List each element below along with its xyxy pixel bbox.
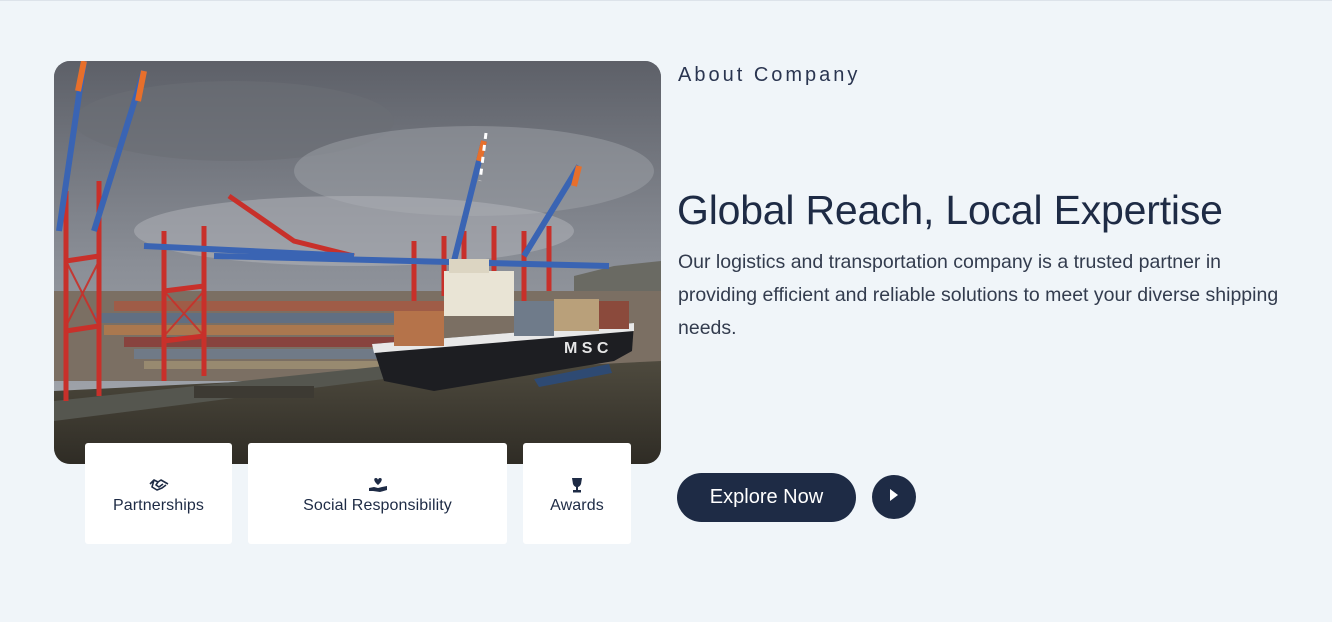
feature-label: Social Responsibility bbox=[303, 496, 452, 514]
ship-hull-text: M S C bbox=[564, 340, 609, 357]
heart-hand-icon bbox=[368, 477, 388, 493]
trophy-icon bbox=[567, 477, 587, 493]
explore-now-button[interactable]: Explore Now bbox=[677, 473, 856, 522]
feature-card-social-responsibility[interactable]: Social Responsibility bbox=[248, 443, 507, 544]
top-divider bbox=[0, 0, 1332, 1]
section-description: Our logistics and transportation company… bbox=[678, 251, 1279, 339]
section-eyebrow: About Company bbox=[678, 64, 861, 86]
feature-label: Awards bbox=[550, 496, 604, 514]
feature-card-partnerships[interactable]: Partnerships bbox=[85, 443, 232, 544]
play-icon bbox=[888, 488, 900, 507]
feature-label: Partnerships bbox=[112, 496, 205, 514]
feature-card-awards[interactable]: Awards bbox=[523, 443, 631, 544]
port-ship-image: M S C bbox=[54, 61, 661, 464]
handshake-icon bbox=[148, 477, 169, 493]
about-company-section: M S C Partnerships Social Responsibility bbox=[0, 0, 1332, 622]
play-video-button[interactable] bbox=[872, 475, 916, 519]
section-headline: Global Reach, Local Expertise bbox=[677, 187, 1223, 233]
